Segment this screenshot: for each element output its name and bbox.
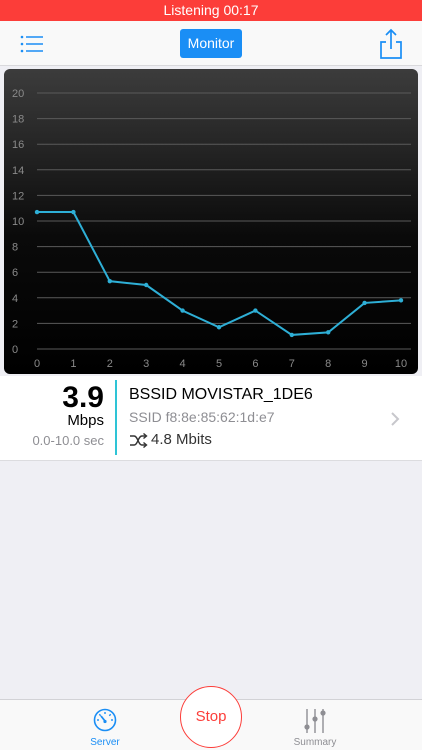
chevron-right-icon [391, 412, 400, 426]
status-bar: Listening 00:17 [0, 0, 422, 21]
bssid-label: BSSID MOVISTAR_1DE6 [129, 386, 313, 403]
menu-button[interactable] [20, 34, 44, 54]
throughput-chart: 0 2 4 6 8 10 12 14 16 18 20 0 1 2 3 4 5 6 7 8 9 10 [4, 69, 418, 374]
x-tick-label: 10 [395, 358, 407, 370]
ssid-label: SSID f8:8e:85:62:1d:e7 [129, 409, 275, 425]
data-point [144, 282, 149, 288]
y-tick-label: 6 [12, 267, 18, 279]
data-point [362, 300, 367, 306]
y-tick-label: 0 [12, 344, 18, 356]
x-tick-label: 0 [34, 358, 40, 370]
y-tick-label: 10 [12, 216, 24, 228]
x-tick-label: 8 [325, 358, 331, 370]
share-button[interactable] [378, 28, 404, 60]
monitor-button[interactable]: Monitor [180, 29, 242, 58]
x-tick-label: 2 [107, 358, 113, 370]
speed-unit: Mbps [67, 412, 104, 429]
data-point [253, 308, 258, 313]
x-tick-label: 5 [216, 358, 222, 370]
tab-summary[interactable]: Summary [270, 700, 360, 750]
data-point [216, 325, 222, 330]
y-tick-label: 18 [12, 114, 24, 126]
tab-server-label: Server [90, 737, 120, 748]
x-tick-label: 9 [362, 358, 368, 370]
shuffle-icon [130, 433, 148, 448]
transfer-amount: 4.8 Mbits [151, 431, 212, 448]
data-point [180, 308, 185, 313]
list-icon [20, 35, 43, 53]
y-tick-label: 14 [12, 165, 24, 177]
y-tick-label: 4 [12, 293, 18, 305]
data-point [107, 278, 113, 284]
x-tick-label: 1 [70, 358, 76, 370]
series-line [37, 211, 402, 336]
x-tick-label: 6 [252, 358, 258, 370]
listening-status: Listening 00:17 [163, 2, 259, 18]
data-point [71, 209, 76, 215]
time-range: 0.0-10.0 sec [32, 433, 104, 448]
x-tick-label: 4 [180, 358, 186, 370]
data-point [34, 209, 40, 215]
tab-server[interactable]: Server [60, 700, 150, 750]
x-tick-label: 3 [143, 358, 149, 370]
data-point [398, 298, 404, 303]
speedometer-icon [93, 708, 117, 732]
x-tick-label: 7 [289, 358, 295, 370]
tab-summary-label: Summary [293, 737, 337, 748]
nav-bar: Monitor [0, 21, 422, 66]
share-icon [380, 28, 402, 59]
sliders-icon [304, 709, 326, 733]
y-tick-label: 8 [12, 242, 18, 254]
speed-value: 3.9 [62, 381, 104, 414]
connection-summary-card[interactable]: 3.9 Mbps 0.0-10.0 sec BSSID MOVISTAR_1DE… [0, 376, 422, 461]
data-point [326, 330, 331, 335]
y-tick-label: 12 [12, 190, 24, 202]
divider [115, 380, 117, 455]
y-tick-label: 20 [12, 88, 24, 100]
chart-svg: 024681012141618200 1 2 3 4 5 6 7 8 9 10 [12, 88, 411, 370]
data-point [289, 332, 294, 338]
y-tick-label: 2 [12, 318, 18, 330]
y-tick-label: 16 [12, 139, 24, 151]
stop-button[interactable]: Stop [180, 686, 242, 748]
